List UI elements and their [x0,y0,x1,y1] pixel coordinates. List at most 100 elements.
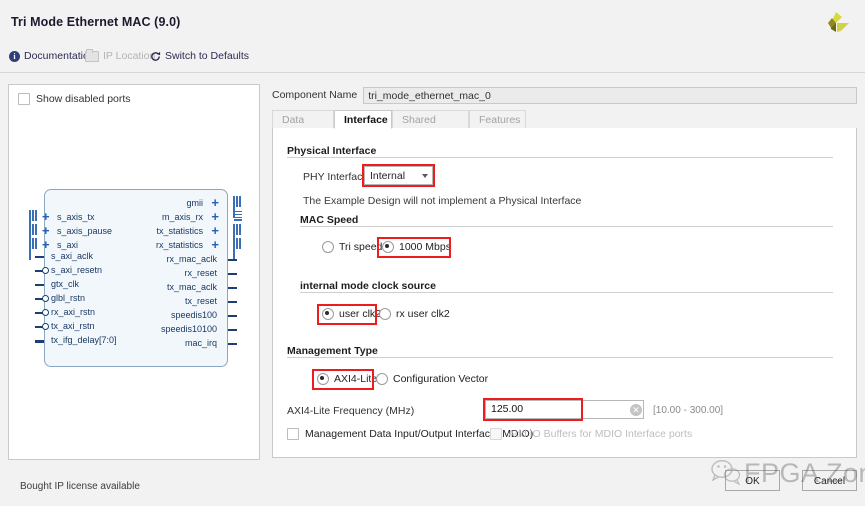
clear-icon[interactable]: ✕ [630,404,642,416]
interface-tab-pane: Physical Interface PHY Interface Interna… [272,128,857,458]
refresh-icon [150,51,161,62]
radio-rx-user-clk2-label: rx user clk2 [396,308,450,320]
radio-circle [379,308,391,320]
physical-interface-note: The Example Design will not implement a … [303,195,582,207]
port-label: glbl_rstn [51,293,86,303]
port-label: rx_axi_rstn [51,307,96,317]
invert-bubble-icon [42,309,49,316]
mdio-io-buffers-checkbox[interactable]: Add IO Buffers for MDIO Interface ports [490,428,692,440]
show-disabled-ports-checkbox[interactable]: Show disabled ports [18,93,131,105]
ip-location-label: IP Location [103,50,156,62]
group-divider [300,226,833,227]
pin-stub [228,259,237,261]
mac-speed-title: MAC Speed [300,214,365,226]
phy-interface-label: PHY Interface [303,171,369,183]
expand-icon-tx-statistics[interactable]: + [211,224,219,237]
management-type-title: Management Type [287,345,384,357]
radio-user-clk2[interactable]: user clk2 [322,308,381,320]
radio-circle [317,373,329,385]
ip-symbol-panel: Show disabled ports + s_axis_tx + s_axis… [8,84,260,460]
info-icon: i [9,50,20,62]
documentation-button[interactable]: i Documentation [9,50,95,62]
radio-tri-speed[interactable]: Tri speed [322,241,382,253]
expand-icon-s-axis-pause[interactable]: + [42,224,50,237]
show-disabled-ports-label: Show disabled ports [36,93,131,105]
port-label: s_axis_pause [57,226,113,236]
expand-icon-m-axis-rx[interactable]: + [211,210,219,223]
toolbar: i Documentation IP Location Switch to De… [0,46,865,73]
bus-wire-s-axi [29,238,38,260]
chevron-down-icon [422,173,428,178]
radio-configuration-vector[interactable]: Configuration Vector [376,373,488,385]
folder-icon [85,48,99,62]
port-label: tx_statistics [156,226,203,236]
port-label: mac_irq [184,338,217,348]
radio-1000-mbps[interactable]: 1000 Mbps [382,241,451,253]
tab-data-rate[interactable]: Data Rate [272,110,334,145]
pin-stub [35,256,44,258]
bus-wire-s-axis-tx [29,210,38,232]
radio-axi4-lite[interactable]: AXI4-Lite [317,373,377,385]
port-label: tx_axi_rstn [51,321,95,331]
expand-icon-gmii[interactable]: + [211,196,219,209]
expand-icon-s-axis-tx[interactable]: + [42,210,50,223]
component-name-row: Component Name tri_mode_ethernet_mac_0 [272,86,857,104]
port-label: rx_statistics [155,240,203,250]
expand-icon-rx-statistics[interactable]: + [211,238,219,251]
port-label: gtx_clk [51,279,80,289]
port-label: s_axi_aclk [51,251,94,261]
ip-location-button[interactable]: IP Location [85,48,156,62]
config-panel: Component Name tri_mode_ethernet_mac_0 D… [272,84,857,458]
tab-interface[interactable]: Interface [334,110,392,129]
ip-block-symbol: + s_axis_tx + s_axis_pause + s_axi s_axi… [29,189,242,367]
component-name-label: Component Name [272,89,358,101]
pin-stub [228,343,237,345]
clock-source-title: internal mode clock source [300,280,442,292]
port-label: s_axis_tx [57,212,95,222]
pin-stub [35,340,44,343]
checkbox-box [18,93,30,105]
tab-bar: Data Rate Interface Shared Logic Feature… [272,110,857,145]
radio-rx-user-clk2[interactable]: rx user clk2 [379,308,450,320]
axi-freq-input[interactable]: 125.00 [485,400,644,419]
phy-interface-value: Internal [370,169,406,182]
component-name-input[interactable]: tri_mode_ethernet_mac_0 [363,86,857,104]
cancel-button[interactable]: Cancel [802,470,857,491]
radio-circle [382,241,394,253]
ok-button[interactable]: OK [725,470,780,491]
invert-bubble-icon [42,323,49,330]
axi-freq-range: [10.00 - 300.00] [653,405,724,416]
switch-to-defaults-button[interactable]: Switch to Defaults [150,50,249,62]
group-divider [287,157,833,158]
group-divider [287,357,833,358]
axi-freq-label: AXI4-Lite Frequency (MHz) [287,405,415,417]
bus-wire-s-axis-pause [29,224,38,246]
port-label: speedis100 [170,310,217,320]
bus-wire-m-axis-rx [234,211,242,222]
radio-1000-mbps-label: 1000 Mbps [399,241,451,253]
radio-circle [322,308,334,320]
bus-wire-rx-statistics [233,238,242,260]
invert-bubble-icon [42,267,49,274]
physical-interface-title: Physical Interface [287,145,383,157]
pin-stub [228,273,237,275]
port-label: rx_mac_aclk [166,254,217,264]
tab-shared-logic[interactable]: Shared Logic [392,110,469,145]
radio-user-clk2-label: user clk2 [339,308,382,320]
tab-features[interactable]: Features [469,110,526,129]
pin-stub [228,315,237,317]
phy-interface-select[interactable]: Internal [364,166,433,185]
dialog-header: Tri Mode Ethernet MAC (9.0) [0,0,865,46]
license-status: Bought IP license available [20,481,140,492]
pin-stub [228,301,237,303]
page-title: Tri Mode Ethernet MAC (9.0) [11,15,181,29]
port-label: tx_ifg_delay[7:0] [51,335,117,345]
pin-stub [228,287,237,289]
expand-icon-s-axi[interactable]: + [42,238,50,251]
port-label: s_axi [57,240,79,250]
bus-wire-gmii [233,196,242,218]
port-label: tx_mac_aclk [166,282,217,292]
pin-stub [35,284,44,286]
xilinx-logo [819,10,851,40]
pin-stub [228,329,237,331]
